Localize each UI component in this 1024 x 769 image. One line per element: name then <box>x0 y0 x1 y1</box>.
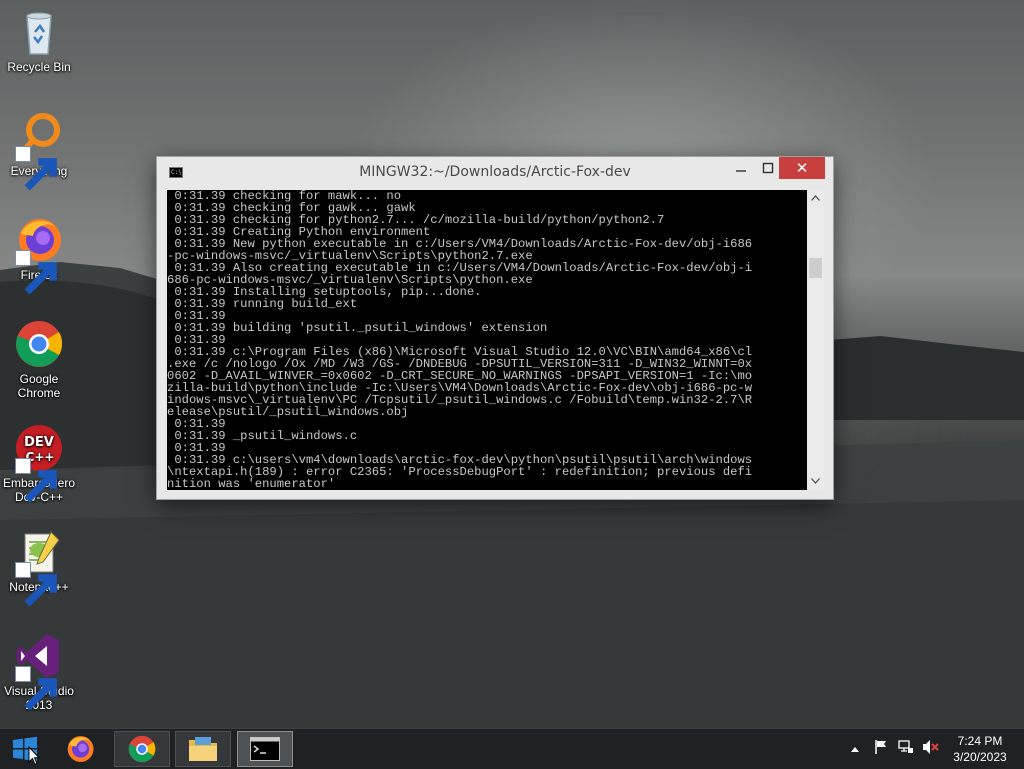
taskbar-mingw32-console[interactable] <box>237 731 293 767</box>
close-button[interactable]: ✕ <box>779 157 825 179</box>
show-hidden-icons-icon[interactable] <box>850 740 864 758</box>
desktop-icon-everything[interactable]: Everything <box>0 110 78 191</box>
console-output[interactable]: 0:31.39 checking for mawk... no 0:31.39 … <box>167 190 807 490</box>
desktop-icon-visual-studio-2013[interactable]: Visual Studio 2013 <box>0 630 78 712</box>
console-scrollbar[interactable] <box>807 190 824 490</box>
dev-cpp-icon: DEV C++ <box>13 422 65 503</box>
console-line: elease\psutil/_psutil_windows.obj <box>167 405 409 419</box>
shortcut-arrow-icon <box>15 250 57 295</box>
network-icon[interactable] <box>898 739 914 760</box>
taskbar-firefox[interactable] <box>52 731 108 767</box>
taskbar-chrome[interactable] <box>114 731 170 767</box>
clock-time: 7:24 PM <box>957 734 1003 748</box>
chrome-label-line-2: Chrome <box>17 386 61 400</box>
shortcut-arrow-icon <box>15 562 57 607</box>
clock-date: 3/20/2023 <box>953 750 1007 764</box>
scroll-up-icon[interactable] <box>807 190 824 207</box>
taskbar: 7:24 PM 3/20/2023 <box>0 728 1024 769</box>
console-line: nition was 'enumerator' <box>167 477 336 490</box>
folder-icon <box>189 737 217 761</box>
console-line: 0:31.39 building 'psutil._psutil_windows… <box>167 321 548 335</box>
chrome-icon <box>13 318 65 370</box>
desktop-icon-recycle-bin[interactable]: Recycle Bin <box>0 6 78 74</box>
desktop-icon-google-chrome[interactable]: Google Chrome <box>0 318 78 400</box>
scroll-down-icon[interactable] <box>807 473 824 490</box>
mingw32-console-window[interactable]: C:\_ MINGW32:~/Downloads/Arctic-Fox-dev … <box>156 156 834 500</box>
action-center-flag-icon[interactable] <box>874 739 890 760</box>
notepad-plus-plus-icon <box>13 526 65 607</box>
console-text: 0:31.39 checking for mawk... no 0:31.39 … <box>167 190 807 490</box>
firefox-icon <box>13 214 65 295</box>
desktop-icon-embarcadero-dev-cpp[interactable]: DEV C++ Embarcadero Dev-C++ <box>0 422 78 504</box>
recycle-bin-icon <box>13 6 65 58</box>
minimize-icon <box>736 170 746 172</box>
system-tray <box>850 729 940 769</box>
window-titlebar[interactable]: C:\_ MINGW32:~/Downloads/Arctic-Fox-dev … <box>157 157 833 187</box>
console-icon <box>250 737 280 761</box>
chrome-icon <box>128 735 156 763</box>
recycle-bin-label: Recycle Bin <box>7 60 71 74</box>
visual-studio-icon <box>13 630 65 711</box>
svg-text:DEV: DEV <box>24 435 54 450</box>
mouse-cursor-icon <box>28 746 40 766</box>
taskbar-clock[interactable]: 7:24 PM 3/20/2023 <box>944 733 1016 765</box>
close-icon: ✕ <box>795 160 809 177</box>
taskbar-file-explorer[interactable] <box>175 731 231 767</box>
volume-muted-icon[interactable] <box>922 739 940 760</box>
firefox-icon <box>67 736 94 762</box>
everything-search-icon <box>13 110 65 191</box>
desktop-icon-notepad-plus-plus[interactable]: Notepad++ <box>0 526 78 607</box>
scrollbar-thumb[interactable] <box>809 258 822 278</box>
console-line: 0:31.39 _psutil_windows.c <box>167 429 358 443</box>
minimize-button[interactable] <box>730 157 752 179</box>
maximize-button[interactable] <box>757 157 779 179</box>
chrome-label-line-1: Google <box>19 372 59 386</box>
maximize-icon <box>762 162 774 174</box>
start-button[interactable] <box>0 729 50 769</box>
shortcut-arrow-icon <box>15 146 57 191</box>
console-line: 0:31.39 running build_ext <box>167 297 358 311</box>
desktop-icon-firefox[interactable]: Firefox <box>0 214 78 295</box>
shortcut-arrow-icon <box>15 458 57 503</box>
shortcut-arrow-icon <box>15 666 57 711</box>
